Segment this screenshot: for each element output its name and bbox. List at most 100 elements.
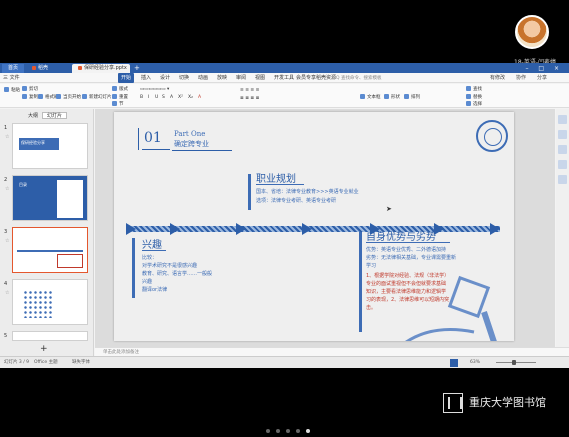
new-slide-button[interactable]: 新建幻灯片 — [82, 94, 112, 101]
select-icon — [466, 101, 471, 106]
university-seal-icon — [476, 120, 508, 152]
interest-heading: 兴趣 — [142, 240, 162, 251]
add-slide-button[interactable]: + — [40, 344, 48, 354]
side-tool-icon[interactable] — [558, 130, 567, 139]
command-search[interactable]: Q 查找命令、搜索模板 — [336, 75, 406, 82]
menu-review[interactable]: 审阅 — [236, 73, 246, 83]
career-line-1: 国本、省培：法律专业教育>>>英语专业就业 — [256, 189, 359, 195]
page-dot[interactable] — [266, 429, 270, 433]
font-color-button[interactable]: A — [198, 95, 201, 101]
paragraph-tools[interactable]: ≡ ≡ ≡ ≡ — [240, 88, 259, 94]
career-line-2: 选项：法律专业考研、英语专业考研 — [256, 198, 337, 204]
star-icon: ☆ — [5, 134, 10, 140]
tab-docer[interactable]: 稻壳 — [26, 64, 70, 73]
align-tools[interactable]: ≣ ≣ ≣ ≣ — [240, 96, 259, 102]
menu-member[interactable]: 会员专享 — [296, 73, 316, 83]
share-button[interactable]: 分享 — [537, 73, 547, 83]
menu-animation[interactable]: 动画 — [198, 73, 208, 83]
font-family-select[interactable]: ▭▭▭▭▭▭ ▾ — [140, 87, 169, 93]
slide-thumb-2[interactable]: 2 ☆ 目录 — [4, 175, 90, 223]
collaborate-button[interactable]: 协作 — [516, 73, 526, 83]
tab-outline[interactable]: 大纲 — [24, 113, 42, 120]
has-changes-button[interactable]: 有修改 — [490, 73, 505, 83]
tab-presentation[interactable]: 保研经验分享.pptx — [72, 64, 130, 73]
menu-developer[interactable]: 开发工具 — [274, 73, 294, 83]
shadow-button[interactable]: A — [170, 95, 173, 101]
layout-button[interactable]: 版式 — [112, 86, 128, 93]
slide-thumb-4[interactable]: 4 ☆ — [4, 279, 90, 327]
page-dot[interactable] — [286, 429, 290, 433]
copy-label: 复制 — [29, 95, 38, 100]
menu-design[interactable]: 设计 — [160, 73, 170, 83]
menu-slideshow[interactable]: 放映 — [217, 73, 227, 83]
play-slideshow-button[interactable] — [450, 359, 458, 367]
textbox-button[interactable]: 文本框 — [360, 94, 381, 101]
shape-beam — [481, 311, 497, 341]
play-from-current-label: 当页开始 — [63, 95, 81, 100]
shape-label: 形状 — [391, 95, 400, 100]
strength-accent-bar — [359, 232, 362, 332]
interest-line-3: 教育、研究、语言学……一般般 — [142, 271, 213, 277]
reset-icon — [112, 94, 117, 99]
replace-button[interactable]: 替换 — [466, 94, 482, 101]
copy-button[interactable]: 复制 — [22, 94, 38, 101]
interest-line-1: 比较： — [142, 255, 158, 261]
slide-thumbnail-panel: 大纲 幻灯片 1 ☆ 保研经验分享 2 ☆ 目录 3 ☆ 4 ☆ 5 + — [0, 109, 94, 356]
thumb-title: 保研经验分享 — [21, 140, 45, 145]
menu-docer[interactable]: 稻壳资源 — [316, 73, 336, 83]
timeline-arrow — [126, 223, 136, 235]
tab-slides[interactable]: 幻灯片 — [42, 112, 68, 119]
tab-docer-label: 稻壳 — [38, 65, 49, 71]
menu-start[interactable]: 开始 — [118, 73, 135, 83]
subscript-button[interactable]: X₂ — [188, 95, 193, 101]
find-icon — [466, 86, 471, 91]
slide-thumb-3[interactable]: 3 ☆ — [4, 227, 90, 275]
part-number: 01 — [144, 130, 162, 146]
arrange-button[interactable]: 排列 — [404, 94, 420, 101]
side-tool-icon[interactable] — [558, 160, 567, 169]
side-tool-icon[interactable] — [558, 115, 567, 124]
page-dot[interactable] — [296, 429, 300, 433]
strike-button[interactable]: S — [162, 95, 165, 101]
play-from-current-button[interactable]: 当页开始 — [56, 94, 81, 101]
shape-button[interactable]: 形状 — [384, 94, 400, 101]
section-button[interactable]: 节 — [112, 101, 124, 108]
superscript-button[interactable]: X² — [178, 95, 183, 101]
shape-curve — [405, 328, 475, 341]
italic-button[interactable]: I — [148, 95, 149, 101]
status-bar: 幻灯片 3 / 9 Office 主题 缺失字体 63% — [0, 356, 569, 368]
notes-pane[interactable]: 单击此处添加备注 — [95, 347, 569, 356]
missing-font-button[interactable]: 缺失字体 — [72, 357, 90, 369]
select-button[interactable]: 选择 — [466, 101, 482, 108]
thumb-people — [23, 290, 53, 318]
menu-insert[interactable]: 插入 — [141, 73, 151, 83]
cut-button[interactable]: 剪切 — [22, 86, 38, 93]
zoom-slider-knob[interactable] — [512, 360, 516, 365]
replace-label: 替换 — [473, 95, 482, 100]
tab-home[interactable]: 首页 — [2, 64, 24, 73]
window-controls[interactable]: – □ × — [525, 64, 563, 73]
reset-button[interactable]: 重置 — [112, 94, 128, 101]
page-dot[interactable] — [276, 429, 280, 433]
side-tool-icon[interactable] — [558, 145, 567, 154]
slide-editor-area[interactable]: 01 Part One 确定跨专业 职业规划 国本、省培：法律专业教育>>>英语… — [95, 109, 555, 347]
new-tab-button[interactable]: + — [134, 64, 140, 73]
interest-line-2: 对学术研究不是很感兴趣 — [142, 263, 198, 269]
interest-accent-bar — [132, 238, 135, 298]
menu-view[interactable]: 视图 — [255, 73, 265, 83]
paste-button[interactable]: 粘贴 — [4, 87, 20, 94]
find-button[interactable]: 查找 — [466, 86, 482, 93]
menu-transition[interactable]: 切换 — [179, 73, 189, 83]
slide-thumb-1[interactable]: 1 ☆ 保研经验分享 — [4, 123, 90, 171]
bold-button[interactable]: B — [140, 95, 143, 101]
page-dot[interactable] — [306, 429, 310, 433]
underline-button[interactable]: U — [155, 95, 158, 101]
zoom-slider[interactable] — [496, 362, 536, 363]
section-label: 节 — [119, 102, 124, 107]
current-slide[interactable]: 01 Part One 确定跨专业 职业规划 国本、省培：法律专业教育>>>英语… — [114, 112, 514, 341]
part-title: 确定跨专业 — [174, 140, 209, 148]
side-tool-icon[interactable] — [558, 175, 567, 184]
menu-file[interactable]: 三 文件 — [3, 73, 20, 83]
slide-thumb-5[interactable]: 5 — [4, 331, 90, 343]
textbox-icon — [360, 94, 365, 99]
